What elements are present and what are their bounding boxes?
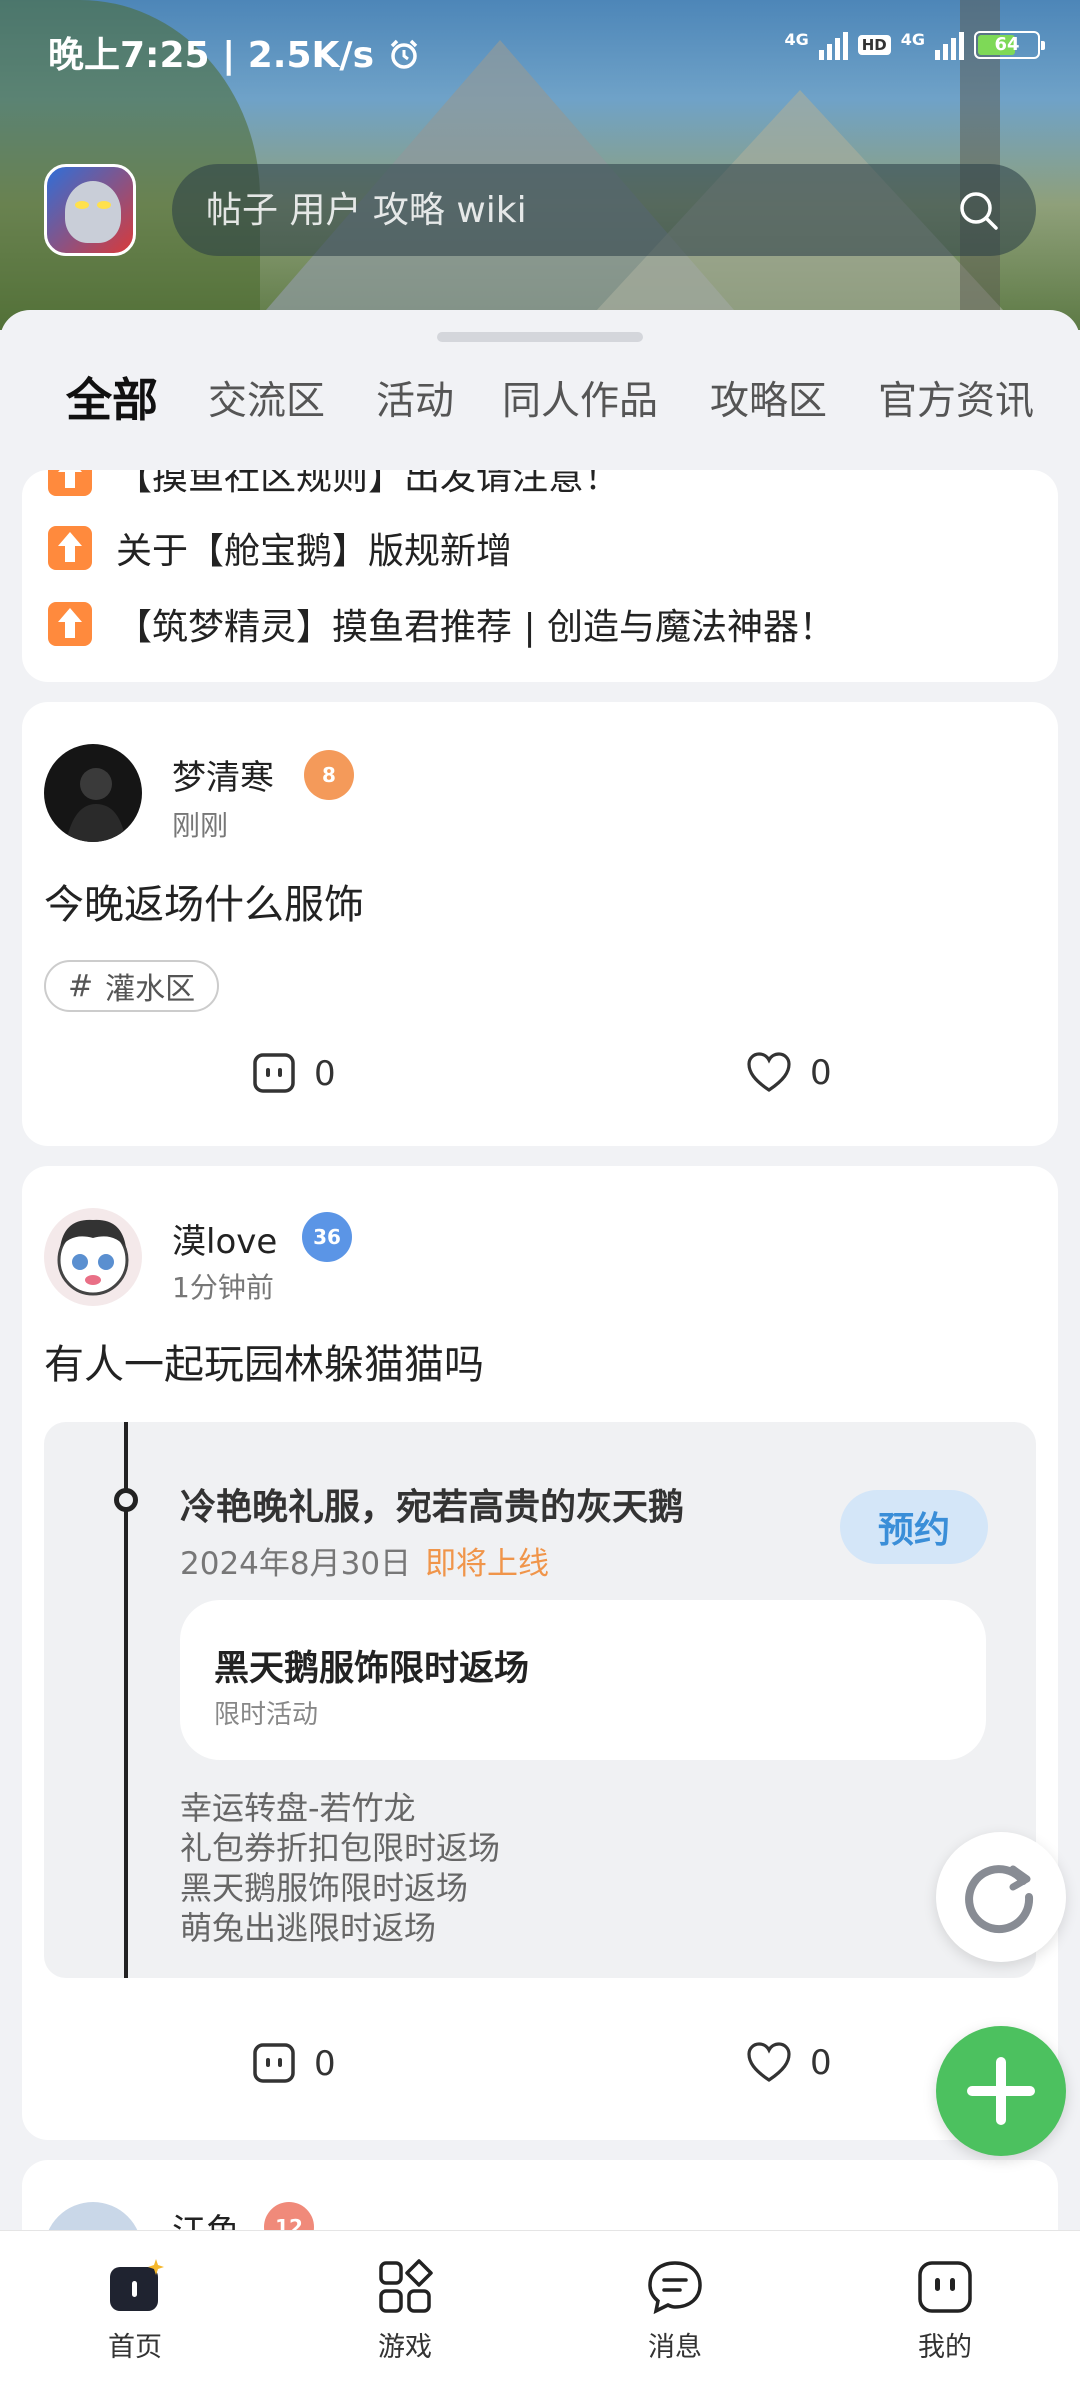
tab-all[interactable]: 全部: [66, 364, 158, 430]
home-icon: [110, 2259, 164, 2311]
post-card[interactable]: 漠love 36 1分钟前 有人一起玩园林躲猫猫吗 冷艳晚礼服，宛若高贵的灰天鹅…: [22, 1166, 1058, 2140]
comment-icon: [253, 2043, 295, 2083]
like-count: 0: [810, 1053, 832, 1093]
event-date: 2024年8月30日 即将上线: [180, 1546, 550, 1582]
alarm-icon: [390, 39, 417, 69]
feed-sheet: 全部 交流区 活动 同人作品 攻略区 官方资讯 【摸鱼社区规则】出发请注意！ 关…: [0, 310, 1080, 2280]
event-item: 幸运转盘-若竹龙: [180, 1789, 416, 1827]
drag-handle[interactable]: [437, 332, 643, 342]
bottom-navigation: 首页 游戏 消息 我的: [0, 2230, 1080, 2400]
event-item-list: 幸运转盘-若竹龙 礼包券折扣包限时返场 黑天鹅服饰限时返场 萌兔出逃限时返场: [180, 1788, 500, 1948]
level-badge: 8: [304, 750, 354, 800]
comment-button[interactable]: 0: [252, 2042, 336, 2086]
hash-icon: #: [68, 968, 94, 1004]
profile-icon: [918, 2261, 972, 2313]
battery-icon: 64: [974, 31, 1045, 59]
apps-grid-icon: [379, 2259, 433, 2313]
comment-count: 0: [314, 1054, 336, 1094]
tab-events[interactable]: 活动: [376, 370, 454, 426]
heart-icon: [747, 1052, 791, 1092]
pinned-item[interactable]: 关于【舱宝鹅】版规新增: [48, 522, 512, 574]
nav-home[interactable]: 首页: [35, 2259, 235, 2364]
event-sub-card[interactable]: 黑天鹅服饰限时返场 限时活动: [180, 1600, 986, 1760]
status-time-speed: 晚上7:25 | 2.5K/s: [48, 26, 421, 78]
timeline-dot: [114, 1488, 138, 1512]
message-icon: [648, 2261, 702, 2315]
post-card[interactable]: 梦清寒 8 刚刚 今晚返场什么服饰 # 灌水区 0 0: [22, 702, 1058, 1146]
create-post-button[interactable]: [936, 2026, 1066, 2156]
category-tabs: 全部 交流区 活动 同人作品 攻略区 官方资讯: [0, 370, 1080, 488]
nav-label: 我的: [918, 2332, 972, 2363]
header-banner: 晚上7:25 | 2.5K/s 4G HD 4G 64: [0, 0, 1080, 330]
signal-icon: [818, 30, 848, 60]
nav-label: 游戏: [378, 2332, 432, 2363]
username[interactable]: 梦清寒: [172, 750, 274, 799]
hd-badge: HD: [857, 35, 891, 55]
comment-button[interactable]: 0: [252, 1052, 336, 1096]
nav-games[interactable]: 游戏: [305, 2259, 505, 2364]
event-item: 萌兔出逃限时返场: [180, 1909, 437, 1947]
pinned-item[interactable]: 【摸鱼社区规则】出发请注意！: [48, 470, 620, 500]
network-type: 4G: [784, 30, 809, 49]
tab-discussion[interactable]: 交流区: [208, 370, 325, 426]
tab-fan-works[interactable]: 同人作品: [502, 370, 658, 426]
event-item: 黑天鹅服饰限时返场: [180, 1869, 469, 1907]
pin-up-icon: [48, 602, 92, 646]
nav-label: 首页: [108, 2332, 162, 2363]
like-button[interactable]: 0: [746, 1052, 832, 1094]
pin-up-icon: [48, 526, 92, 570]
event-title: 冷艳晚礼服，宛若高贵的灰天鹅: [180, 1487, 685, 1528]
reserve-button[interactable]: 预约: [840, 1490, 988, 1564]
event-timeline-card[interactable]: 冷艳晚礼服，宛若高贵的灰天鹅 预约 2024年8月30日 即将上线 黑天鹅服饰限时…: [44, 1422, 1036, 1978]
like-button[interactable]: 0: [746, 2042, 832, 2084]
nav-messages[interactable]: 消息: [575, 2259, 775, 2364]
nav-profile[interactable]: 我的: [845, 2259, 1045, 2364]
comment-count: 0: [314, 2044, 336, 2084]
signal-icon: [935, 30, 964, 60]
tab-official-news[interactable]: 官方资讯: [878, 370, 1034, 426]
post-title[interactable]: 今晚返场什么服饰: [44, 872, 364, 930]
pinned-posts-card: 【摸鱼社区规则】出发请注意！ 关于【舱宝鹅】版规新增 【筑梦精灵】摸鱼君推荐 |…: [22, 470, 1058, 682]
post-time: 1分钟前: [172, 1271, 274, 1304]
level-badge: 36: [302, 1212, 352, 1262]
status-icons: 4G HD 4G 64: [784, 30, 1045, 60]
search-icon[interactable]: [956, 188, 1000, 232]
event-item: 礼包券折扣包限时返场: [180, 1829, 501, 1867]
nav-label: 消息: [648, 2332, 702, 2363]
event-sub-title: 黑天鹅服饰限时返场: [214, 1649, 530, 1689]
refresh-button[interactable]: [936, 1832, 1066, 1962]
status-bar: 晚上7:25 | 2.5K/s 4G HD 4G 64: [0, 0, 1080, 100]
network-type: 4G: [900, 30, 925, 49]
refresh-icon: [965, 1865, 1034, 1934]
game-app-icon[interactable]: [44, 164, 136, 256]
event-status: 即将上线: [425, 1546, 550, 1582]
pinned-item[interactable]: 【筑梦精灵】摸鱼君推荐 | 创造与魔法神器！: [48, 598, 835, 650]
username[interactable]: 漠love: [172, 1214, 277, 1263]
post-title[interactable]: 有人一起玩园林躲猫猫吗: [44, 1332, 484, 1390]
heart-icon: [747, 2042, 791, 2082]
pin-up-icon: [48, 470, 92, 496]
search-bar[interactable]: [172, 164, 1036, 256]
comment-icon: [253, 1053, 295, 1093]
avatar[interactable]: [44, 744, 142, 842]
like-count: 0: [810, 2043, 832, 2083]
event-sub-subtitle: 限时活动: [214, 1700, 319, 1730]
search-input[interactable]: [206, 164, 926, 256]
tab-guides[interactable]: 攻略区: [710, 370, 827, 426]
topic-tag[interactable]: # 灌水区: [44, 960, 220, 1012]
avatar[interactable]: [44, 1208, 142, 1306]
plus-icon: [967, 2057, 1035, 2125]
battery-level: 64: [994, 34, 1020, 55]
post-time: 刚刚: [172, 809, 229, 842]
